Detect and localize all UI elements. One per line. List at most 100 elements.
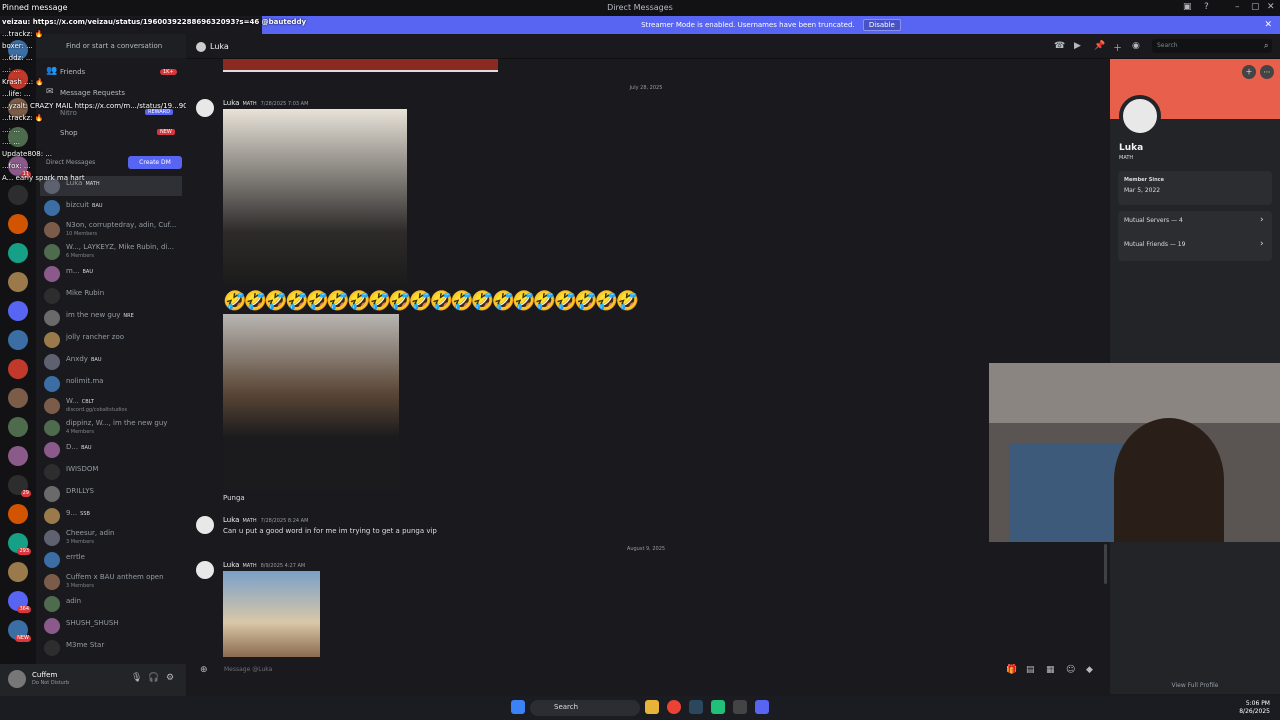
server-icon[interactable]	[8, 301, 28, 321]
dm-item[interactable]: W..., LAYKEYZ, Mike Rubin, di... 6 Member…	[40, 242, 182, 262]
attachment-image[interactable]	[223, 314, 399, 490]
dm-item[interactable]: DRILLYS	[40, 484, 182, 504]
message-author[interactable]: Luka MATH 8/9/2025 4:27 AM	[223, 561, 305, 569]
add-friends-icon[interactable]: ＋	[1113, 41, 1122, 54]
dm-item[interactable]: IWISDOM	[40, 462, 182, 482]
message-requests-nav[interactable]: ✉ Message Requests	[40, 85, 182, 103]
dm-item[interactable]: D... BAU	[40, 440, 182, 460]
message-avatar[interactable]	[196, 561, 214, 579]
server-icon[interactable]: 364	[8, 591, 31, 613]
search-input[interactable]: Search	[1152, 39, 1272, 53]
find-conversation-input[interactable]: Find or start a conversation	[66, 42, 162, 50]
server-icon[interactable]	[8, 359, 28, 379]
message-text: Can u put a good word in for me im tryin…	[223, 527, 437, 535]
header-username[interactable]: Luka	[210, 42, 229, 51]
gift-icon[interactable]: 🎁	[1006, 665, 1017, 675]
server-icon[interactable]	[8, 504, 28, 524]
dm-item[interactable]: nolimit.ma	[40, 374, 182, 394]
attachment-image[interactable]	[223, 109, 407, 285]
file-explorer-icon[interactable]	[645, 700, 659, 714]
view-full-profile-link[interactable]: View Full Profile	[1110, 682, 1280, 689]
dm-item[interactable]: Cheesur, adin 3 Members	[40, 528, 182, 548]
shop-label[interactable]: Shop	[60, 129, 78, 137]
server-icon[interactable]	[8, 417, 28, 437]
dm-item[interactable]: dippinz, W..., im the new guy 4 Members	[40, 418, 182, 438]
server-icon[interactable]	[8, 243, 28, 263]
server-icon[interactable]: NEW	[8, 620, 31, 642]
dm-item[interactable]: Mike Rubin	[40, 286, 182, 306]
create-dm-button[interactable]: Create DM	[128, 156, 182, 169]
taskbar-search[interactable]: Search	[530, 700, 640, 716]
profile-toggle-icon[interactable]: ◉	[1132, 41, 1140, 51]
attachment-image[interactable]	[223, 571, 320, 657]
dm-item[interactable]: Luka MATH	[40, 176, 182, 196]
steam-icon[interactable]	[689, 700, 703, 714]
dm-item[interactable]: 9... SSB	[40, 506, 182, 526]
server-icon[interactable]	[8, 40, 28, 60]
gear-icon[interactable]: ⚙	[166, 673, 174, 683]
server-icon[interactable]: 293	[8, 533, 31, 555]
maximize-icon[interactable]: ▢	[1251, 2, 1260, 12]
close-banner-icon[interactable]: ✕	[1264, 16, 1272, 34]
phone-icon[interactable]: ☎	[1054, 41, 1065, 51]
mic-icon[interactable]: 🎙	[131, 673, 142, 683]
app-icon[interactable]	[711, 700, 725, 714]
dm-item[interactable]: SHUSH_SHUSH	[40, 616, 182, 636]
mutual-friends[interactable]: Mutual Friends — 19	[1124, 241, 1185, 248]
apps-icon[interactable]: ◆	[1086, 665, 1093, 675]
gif-icon[interactable]: ▤	[1026, 665, 1035, 675]
video-icon[interactable]: ▶	[1074, 41, 1081, 51]
server-icon[interactable]	[8, 214, 28, 234]
app-icon[interactable]	[733, 700, 747, 714]
help-icon[interactable]: ?	[1204, 2, 1209, 12]
server-icon[interactable]: 11	[8, 156, 31, 178]
server-icon[interactable]	[8, 127, 28, 147]
server-icon[interactable]	[8, 562, 28, 582]
mutual-servers[interactable]: Mutual Servers — 4	[1124, 217, 1183, 224]
server-icon[interactable]	[8, 69, 28, 89]
server-icon[interactable]	[8, 185, 28, 205]
dm-item[interactable]: Anxdy BAU	[40, 352, 182, 372]
dm-item[interactable]: jolly rancher zoo	[40, 330, 182, 350]
server-icon[interactable]	[8, 98, 28, 118]
discord-icon[interactable]	[755, 700, 769, 714]
message-avatar[interactable]	[196, 516, 214, 534]
message-author[interactable]: Luka MATH 7/28/2025 7:03 AM	[223, 99, 308, 107]
server-icon[interactable]: 29	[8, 475, 31, 497]
server-icon[interactable]	[8, 330, 28, 350]
headset-icon[interactable]: 🎧	[148, 673, 159, 683]
server-badge: 364	[17, 606, 31, 613]
disable-streamer-mode-button[interactable]: Disable	[862, 19, 901, 31]
emoji-icon[interactable]: ☺	[1066, 665, 1075, 675]
taskbar-clock[interactable]: 5:06 PM 8/26/2025	[1239, 700, 1270, 716]
server-icon[interactable]	[8, 388, 28, 408]
close-window-icon[interactable]: ✕	[1267, 2, 1275, 12]
message-input[interactable]: Message @Luka	[194, 664, 1104, 678]
message-avatar[interactable]	[196, 99, 214, 117]
pin-icon[interactable]: 📌	[1094, 41, 1105, 51]
add-friend-icon[interactable]: ＋	[1242, 65, 1256, 79]
server-icon[interactable]	[8, 272, 28, 292]
sticker-icon[interactable]: ▦	[1046, 665, 1055, 675]
user-avatar[interactable]	[8, 670, 26, 688]
dm-item[interactable]: N3on, corruptedray, adin, Cuf... 10 Membe…	[40, 220, 182, 240]
dm-item[interactable]: Cuffem x BAU anthem open 3 Members	[40, 572, 182, 592]
server-icon[interactable]	[8, 446, 28, 466]
scrollbar[interactable]	[1104, 544, 1107, 584]
nitro-label[interactable]: Nitro	[60, 109, 77, 117]
dm-item[interactable]: adin	[40, 594, 182, 614]
previous-attachment-image[interactable]	[223, 59, 498, 72]
inbox-icon[interactable]: ▣	[1183, 2, 1192, 12]
dm-item[interactable]: bizcuit BAU	[40, 198, 182, 218]
profile-avatar[interactable]	[1119, 95, 1161, 137]
dm-item[interactable]: W... CBLT discord.gg/cobaltstudios	[40, 396, 182, 416]
chrome-icon[interactable]	[667, 700, 681, 714]
minimize-icon[interactable]: –	[1235, 2, 1240, 12]
dm-item[interactable]: m... BAU	[40, 264, 182, 284]
windows-start-icon[interactable]	[511, 700, 525, 714]
dm-item[interactable]: errtle	[40, 550, 182, 570]
dm-item[interactable]: im the new guy NRE	[40, 308, 182, 328]
message-author[interactable]: Luka MATH 7/28/2025 8:24 AM	[223, 516, 308, 524]
dm-item[interactable]: M3me Star	[40, 638, 182, 658]
more-icon[interactable]: ⋯	[1260, 65, 1274, 79]
